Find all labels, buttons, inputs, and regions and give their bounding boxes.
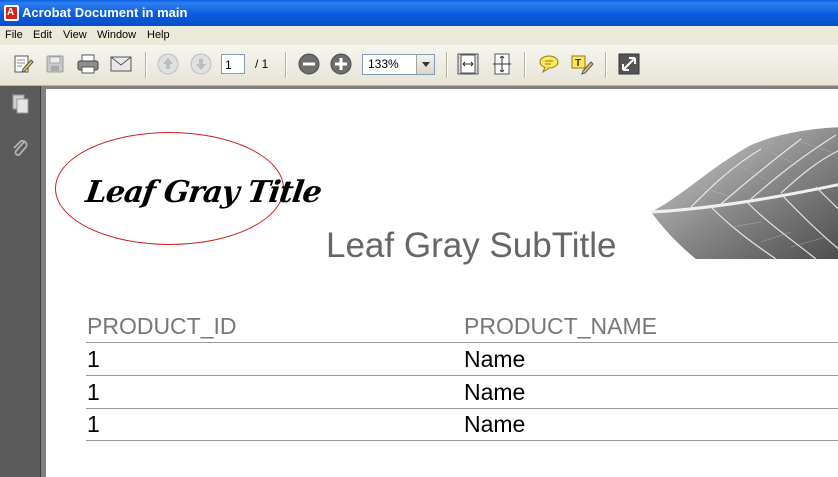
column-header-product-name: PRODUCT_NAME xyxy=(464,313,657,339)
column-header-product-id: PRODUCT_ID xyxy=(87,313,237,339)
next-page-icon[interactable] xyxy=(188,51,214,77)
full-screen-icon[interactable] xyxy=(616,51,642,77)
leaf-image xyxy=(651,127,838,259)
menu-help[interactable]: Help xyxy=(147,29,170,41)
document-page: Leaf Gray Title Leaf Gray SubTitle PRODU… xyxy=(46,89,838,477)
zoom-in-icon[interactable] xyxy=(328,51,354,77)
chevron-down-icon[interactable] xyxy=(416,55,434,74)
navigation-panel xyxy=(0,86,41,477)
fit-page-icon[interactable] xyxy=(455,51,481,77)
comment-icon[interactable] xyxy=(536,51,562,77)
page-total-label: / 1 xyxy=(255,57,269,71)
report-subtitle: Leaf Gray SubTitle xyxy=(326,226,617,265)
cell-product-id: 1 xyxy=(87,411,100,437)
menu-view[interactable]: View xyxy=(63,29,87,41)
cell-product-id: 1 xyxy=(87,346,100,372)
edit-document-icon[interactable] xyxy=(10,51,36,77)
svg-text:T: T xyxy=(575,58,581,69)
menu-window[interactable]: Window xyxy=(97,29,136,41)
zoom-out-icon[interactable] xyxy=(296,51,322,77)
zoom-level-value: 133% xyxy=(368,57,399,71)
attachments-icon[interactable] xyxy=(7,135,33,161)
cell-product-name: Name xyxy=(464,411,526,437)
cell-product-id: 1 xyxy=(87,379,100,405)
window-title: Acrobat Document in main xyxy=(22,5,188,20)
previous-page-icon[interactable] xyxy=(155,51,181,77)
cell-product-name: Name xyxy=(464,379,526,405)
acrobat-app-icon: A xyxy=(4,5,19,21)
cell-product-name: Name xyxy=(464,346,526,372)
zoom-level-select[interactable]: 133% xyxy=(362,54,435,75)
pages-panel-icon[interactable] xyxy=(7,91,33,117)
print-icon[interactable] xyxy=(75,51,101,77)
highlight-text-icon[interactable]: T xyxy=(569,51,595,77)
email-icon[interactable] xyxy=(108,51,134,77)
toolbar: 1 / 1 133% T xyxy=(0,45,838,86)
fit-width-icon[interactable] xyxy=(489,51,515,77)
title-bar: A Acrobat Document in main xyxy=(0,0,838,26)
page-number-input[interactable]: 1 xyxy=(221,54,245,74)
save-icon[interactable] xyxy=(42,51,68,77)
report-title: Leaf Gray Title xyxy=(83,175,324,210)
menu-bar: File Edit View Window Help xyxy=(0,26,838,45)
document-viewport[interactable]: Leaf Gray Title Leaf Gray SubTitle PRODU… xyxy=(41,86,838,477)
menu-file[interactable]: File xyxy=(5,29,23,41)
menu-edit[interactable]: Edit xyxy=(33,29,52,41)
